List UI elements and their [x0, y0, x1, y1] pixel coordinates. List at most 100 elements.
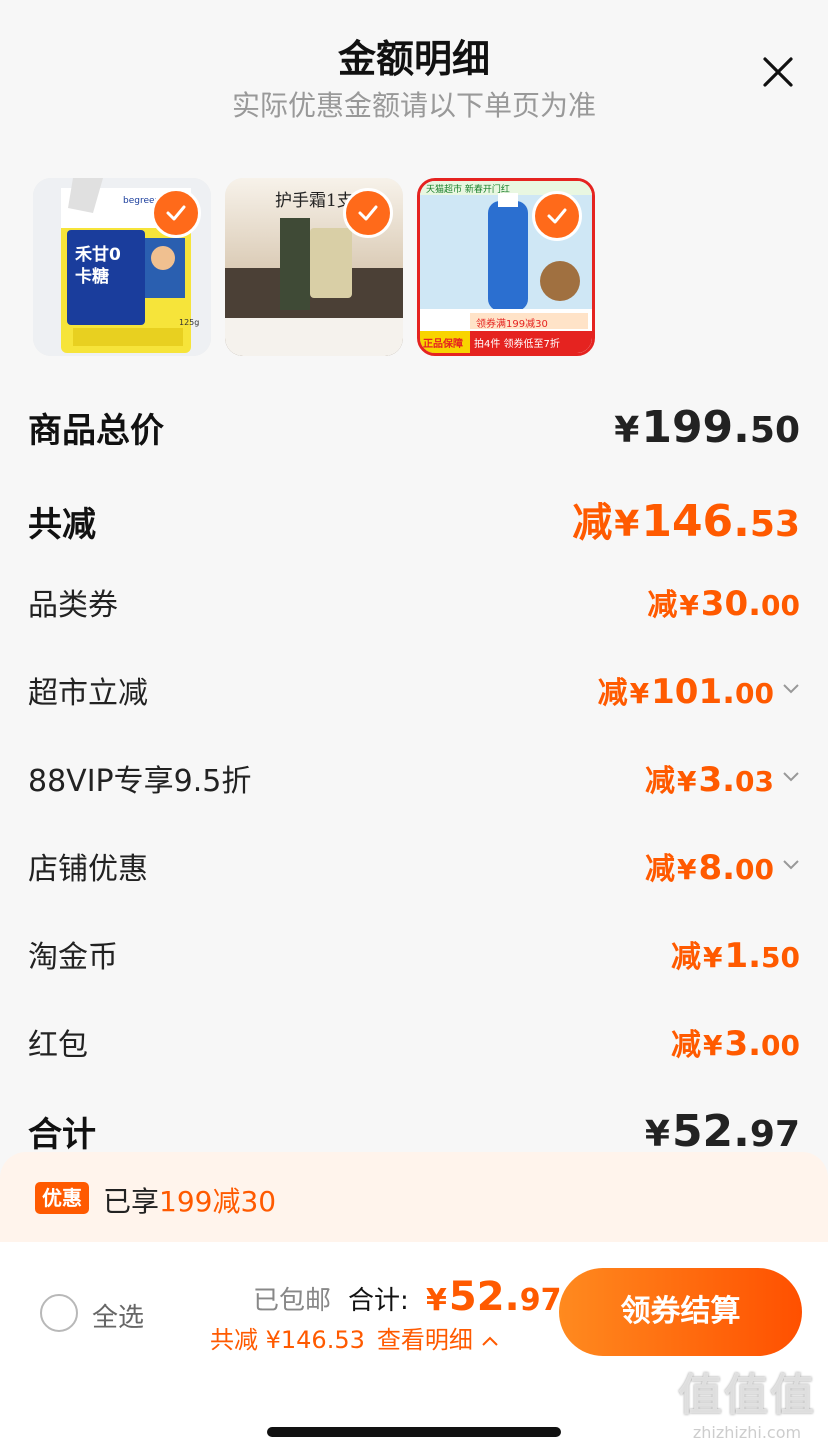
selected-check-icon[interactable]: [343, 188, 393, 238]
row-store-discount[interactable]: 店铺优惠 减 ¥ 8. 00: [28, 844, 800, 888]
amount-decimal: 50: [761, 941, 800, 974]
promo-strip: 优惠 已享199减30: [0, 1152, 828, 1242]
reduction-summary: 共减 ¥146.53 查看明细: [210, 1320, 499, 1355]
row-amount: ¥ 199. 50: [612, 402, 800, 453]
currency-symbol: ¥: [702, 1029, 723, 1062]
reduce-prefix: 减: [644, 852, 675, 887]
amount-integer: 146.: [641, 496, 750, 547]
promo-text: 已享199减30: [103, 1180, 276, 1220]
promo-prefix: 已享: [103, 1185, 160, 1218]
reduce-prefix: 减: [572, 500, 613, 546]
row-label: 共减: [28, 505, 96, 545]
reduce-prefix: 减: [670, 1028, 701, 1063]
watermark-url: zhizhizhi.com: [692, 1423, 802, 1442]
chevron-down-icon[interactable]: [782, 679, 800, 697]
amount-detail-sheet: 金额明细 实际优惠金额请以下单页为准 begreen 禾甘0卡糖 125g 护手…: [0, 0, 828, 1160]
amount-integer: 3.: [724, 1024, 762, 1064]
currency-symbol: ¥: [614, 504, 640, 545]
currency-symbol: ¥: [614, 410, 640, 451]
watermark-logo: 值值值: [678, 1370, 816, 1421]
row-amount: 减 ¥ 1. 50: [671, 932, 800, 976]
row-label: 超市立减: [28, 676, 148, 711]
amount-decimal: 97: [519, 1283, 562, 1318]
amount-integer: 52.: [448, 1274, 520, 1320]
currency-symbol: ¥: [679, 589, 699, 622]
amount-integer: 1.: [724, 936, 762, 976]
selected-check-icon[interactable]: [151, 188, 201, 238]
reduce-prefix: 减: [670, 940, 701, 975]
total-label: 合计:: [348, 1286, 409, 1316]
row-amount: 减 ¥ 8. 00: [645, 844, 800, 888]
reduce-prefix: 减: [644, 764, 675, 799]
product-thumb-sweetener[interactable]: begreen 禾甘0卡糖 125g: [33, 178, 211, 356]
select-all-radio[interactable]: [40, 1294, 78, 1332]
currency-symbol: ¥: [676, 853, 697, 886]
amount-integer: 30.: [700, 584, 762, 624]
row-amount: 减 ¥ 3. 00: [671, 1020, 800, 1064]
amount-decimal: 50: [749, 410, 800, 451]
product-banner: 天猫超市 新春开门红: [426, 185, 510, 195]
close-icon[interactable]: [760, 54, 796, 90]
row-amount: 减 ¥ 146. 53: [572, 490, 800, 548]
product-promo-discount: 拍4件 领券低至7折: [474, 339, 560, 350]
row-label: 商品总价: [28, 411, 164, 451]
promo-highlight: 199减30: [159, 1185, 277, 1218]
row-supermarket-discount[interactable]: 超市立减 减 ¥ 101. 00: [28, 668, 800, 712]
currency-symbol: ¥: [676, 765, 697, 798]
amount-decimal: 00: [761, 589, 800, 622]
product-thumb-hand-cream[interactable]: 护手霜1支: [225, 178, 403, 356]
row-88vip-discount[interactable]: 88VIP专享9.5折 减 ¥ 3. 03: [28, 756, 800, 800]
sheet-subtitle: 实际优惠金额请以下单页为准: [231, 89, 596, 122]
reduce-prefix: 减: [647, 588, 678, 623]
row-label: 88VIP专享9.5折: [28, 764, 252, 799]
row-taojinbi: 淘金币 减 ¥ 1. 50: [28, 932, 800, 976]
selected-check-icon[interactable]: [532, 191, 582, 241]
amount-integer: 8.: [698, 848, 736, 888]
watermark: 值值值 zhizhizhi.com: [678, 1359, 816, 1442]
amount-decimal: 00: [761, 1029, 800, 1062]
row-category-coupon: 品类券 减 ¥ 30. 00: [28, 580, 800, 624]
amount-decimal: 00: [735, 677, 774, 710]
home-indicator[interactable]: [267, 1427, 561, 1437]
product-name: 护手霜1支: [275, 191, 354, 211]
total-amount: ¥ 52. 97: [424, 1274, 561, 1320]
product-thumbnails: begreen 禾甘0卡糖 125g 护手霜1支 天猫超市 新春开门红 领券满1…: [33, 178, 595, 356]
promo-badge: 优惠: [35, 1182, 89, 1214]
currency-symbol: ¥: [426, 1283, 447, 1318]
row-total-reduced: 共减 减 ¥ 146. 53: [28, 490, 800, 548]
row-label: 淘金币: [28, 940, 118, 975]
product-weight: 125g: [179, 318, 200, 327]
row-red-packet: 红包 减 ¥ 3. 00: [28, 1020, 800, 1064]
amount-decimal: 00: [735, 853, 774, 886]
amount-decimal: 53: [749, 504, 800, 545]
view-detail-link[interactable]: 查看明细: [377, 1326, 499, 1354]
amount-decimal: 97: [749, 1114, 800, 1155]
shipping-status: 已包邮: [253, 1286, 332, 1316]
sheet-title: 金额明细: [337, 37, 490, 81]
amount-integer: 52.: [671, 1106, 750, 1157]
chevron-up-icon: [481, 1336, 498, 1346]
row-amount: 减 ¥ 30. 00: [647, 580, 800, 624]
reduced-text: 共减 ¥146.53: [210, 1326, 365, 1354]
row-label: 合计: [28, 1115, 96, 1155]
chevron-down-icon[interactable]: [782, 855, 800, 873]
amount-integer: 3.: [698, 760, 736, 800]
product-name: 禾甘0卡糖: [75, 245, 121, 287]
currency-symbol: ¥: [629, 677, 650, 710]
checkout-button[interactable]: 领券结算: [559, 1268, 802, 1356]
row-label: 店铺优惠: [28, 852, 148, 887]
currency-symbol: ¥: [702, 941, 723, 974]
select-all-label[interactable]: 全选: [92, 1297, 144, 1334]
amount-decimal: 03: [735, 765, 774, 798]
row-label: 红包: [28, 1028, 88, 1063]
row-total-price: 商品总价 ¥ 199. 50: [28, 402, 800, 453]
row-label: 品类券: [28, 588, 118, 623]
view-detail-label: 查看明细: [376, 1326, 473, 1354]
product-thumb-coconut-milk[interactable]: 天猫超市 新春开门红 领券满199减30 正品保障 拍4件 领券低至7折: [417, 178, 595, 356]
row-amount: 减 ¥ 3. 03: [645, 756, 800, 800]
amount-integer: 101.: [651, 672, 736, 712]
currency-symbol: ¥: [644, 1114, 670, 1155]
reduce-prefix: 减: [597, 676, 628, 711]
row-amount: 减 ¥ 101. 00: [598, 668, 800, 712]
chevron-down-icon[interactable]: [782, 767, 800, 785]
